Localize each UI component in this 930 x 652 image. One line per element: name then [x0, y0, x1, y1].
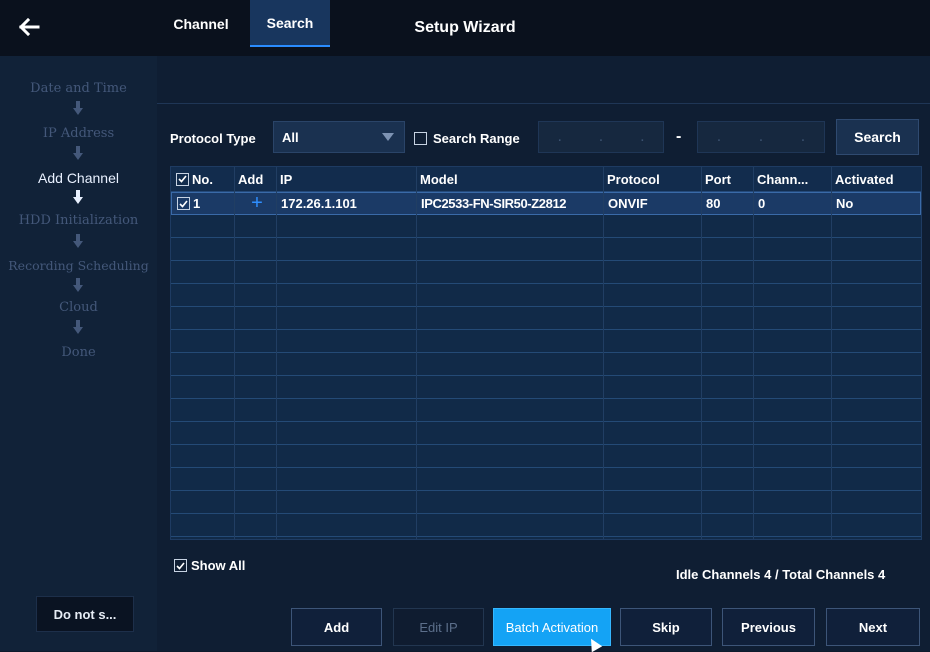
- step-date-and-time: Date and Time: [30, 81, 127, 96]
- edit-ip-button[interactable]: Edit IP: [393, 608, 484, 646]
- empty-row: [171, 514, 921, 537]
- empty-row: [171, 422, 921, 445]
- header-add: Add: [238, 171, 264, 187]
- cell-ip: 172.26.1.101: [281, 196, 357, 211]
- search-range-checkbox[interactable]: [414, 131, 427, 145]
- empty-row: [171, 353, 921, 376]
- empty-row: [171, 330, 921, 353]
- cell-activated: No: [836, 196, 854, 211]
- chevron-down-icon: [382, 133, 394, 141]
- tab-channel[interactable]: Channel: [157, 0, 245, 47]
- dont-show-button[interactable]: Do not s...: [36, 596, 134, 632]
- empty-row: [171, 307, 921, 330]
- step-recording-scheduling: Recording Scheduling: [8, 258, 149, 273]
- header-ip: IP: [280, 171, 293, 187]
- empty-row: [171, 284, 921, 307]
- add-button[interactable]: Add: [291, 608, 382, 646]
- header-activated: Activated: [835, 171, 894, 187]
- step-ip-address: IP Address: [42, 126, 115, 141]
- column-divider: [234, 167, 235, 539]
- column-divider: [603, 167, 604, 539]
- device-table: No. Add IP Model Protocol Port Chann... …: [170, 166, 922, 540]
- down-arrow-icon: [73, 320, 83, 334]
- down-arrow-icon: [73, 101, 83, 115]
- next-button[interactable]: Next: [826, 608, 920, 646]
- show-all-checkbox[interactable]: [174, 559, 187, 572]
- empty-row: [171, 468, 921, 491]
- protocol-type-select[interactable]: All: [273, 121, 405, 153]
- range-end-ip-input[interactable]: ...: [697, 121, 825, 153]
- column-divider: [831, 167, 832, 539]
- select-all-checkbox[interactable]: [176, 172, 189, 186]
- step-done: Done: [61, 345, 96, 360]
- column-divider: [416, 167, 417, 539]
- empty-row: [171, 215, 921, 238]
- down-arrow-icon: [73, 190, 83, 204]
- skip-button[interactable]: Skip: [620, 608, 712, 646]
- cell-port: 80: [706, 196, 721, 211]
- row-checkbox[interactable]: [177, 197, 190, 210]
- search-range-toggle[interactable]: Search Range: [414, 121, 520, 155]
- cell-protocol: ONVIF: [608, 196, 648, 211]
- title-bar: Setup Wizard: [0, 0, 930, 56]
- down-arrow-icon: [73, 146, 83, 160]
- column-divider: [753, 167, 754, 539]
- search-button[interactable]: Search: [836, 119, 919, 155]
- protocol-type-value: All: [282, 129, 299, 145]
- show-all-toggle[interactable]: Show All: [174, 558, 245, 573]
- cell-channel: 0: [758, 196, 766, 211]
- step-cloud: Cloud: [59, 300, 98, 315]
- range-separator: -: [676, 128, 682, 145]
- empty-row: [171, 399, 921, 422]
- page-title: Setup Wizard: [414, 19, 516, 36]
- column-divider: [701, 167, 702, 539]
- down-arrow-icon: [73, 234, 83, 248]
- protocol-type-label: Protocol Type: [170, 130, 256, 146]
- header-model: Model: [420, 171, 458, 187]
- tab-bar: [157, 56, 930, 104]
- step-hdd-initialization: HDD Initialization: [18, 213, 139, 228]
- step-add-channel: Add Channel: [38, 170, 119, 186]
- empty-row: [171, 376, 921, 399]
- header-protocol: Protocol: [607, 171, 660, 187]
- empty-row: [171, 238, 921, 261]
- back-arrow-icon[interactable]: [14, 14, 44, 40]
- empty-row: [171, 445, 921, 468]
- tab-search[interactable]: Search: [250, 0, 330, 47]
- down-arrow-icon: [73, 278, 83, 292]
- previous-button[interactable]: Previous: [722, 608, 815, 646]
- cell-model: IPC2533-FN-SIR50-Z2812: [421, 196, 567, 211]
- table-header: No. Add IP Model Protocol Port Chann... …: [171, 167, 921, 192]
- range-start-ip-input[interactable]: ...: [538, 121, 664, 153]
- header-channel: Chann...: [757, 171, 809, 187]
- select-all-header[interactable]: No.: [173, 167, 233, 191]
- header-port: Port: [705, 171, 731, 187]
- empty-row: [171, 261, 921, 284]
- table-row[interactable]: 1 + 172.26.1.101 IPC2533-FN-SIR50-Z2812 …: [171, 192, 921, 215]
- empty-row: [171, 491, 921, 514]
- row-select-cell[interactable]: 1: [174, 193, 234, 214]
- column-divider: [276, 167, 277, 539]
- add-plus-icon[interactable]: +: [236, 193, 278, 214]
- channel-counts: Idle Channels 4 / Total Channels 4: [676, 567, 886, 582]
